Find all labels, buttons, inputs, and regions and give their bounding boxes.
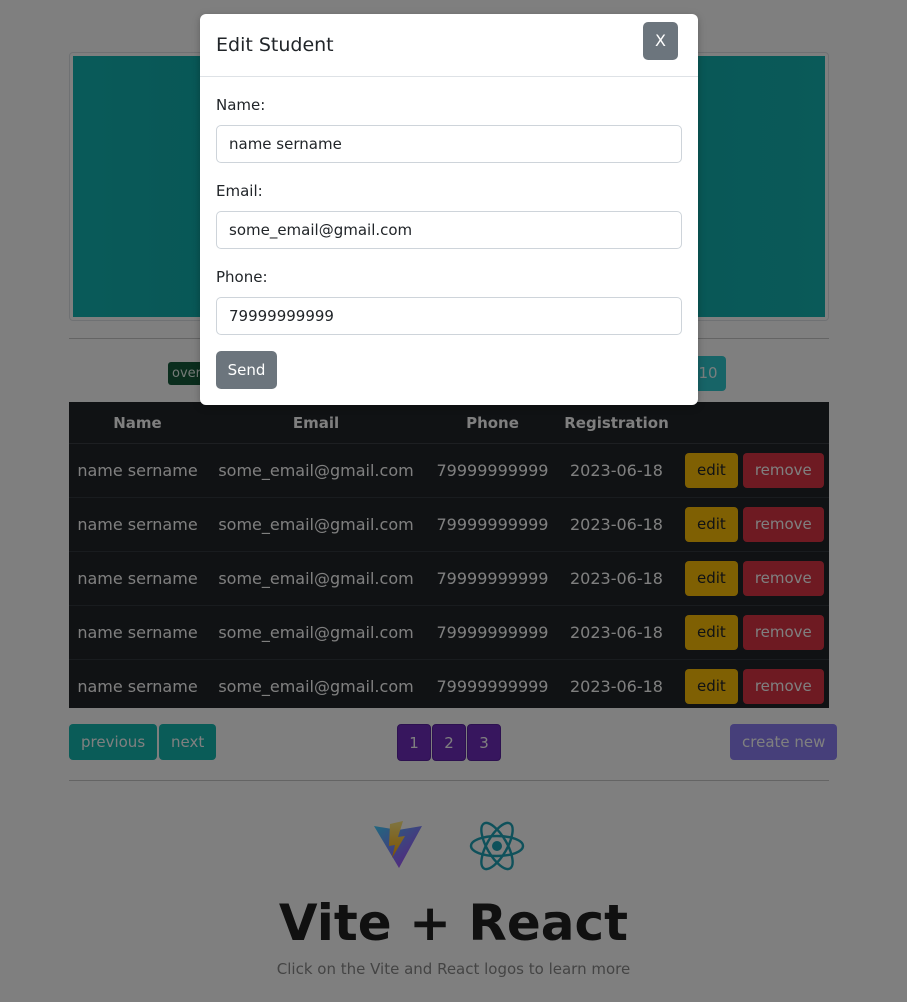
email-label: Email: (216, 182, 263, 200)
send-button[interactable]: Send (216, 351, 277, 389)
name-label: Name: (216, 96, 266, 114)
close-button[interactable]: X (643, 22, 678, 60)
phone-field[interactable] (216, 297, 682, 335)
name-field[interactable] (216, 125, 682, 163)
edit-student-modal: Edit Student X Name: Email: Phone: Send (200, 14, 698, 405)
email-field[interactable] (216, 211, 682, 249)
modal-header: Edit Student X (200, 14, 698, 77)
modal-title: Edit Student (216, 34, 334, 56)
phone-label: Phone: (216, 268, 268, 286)
